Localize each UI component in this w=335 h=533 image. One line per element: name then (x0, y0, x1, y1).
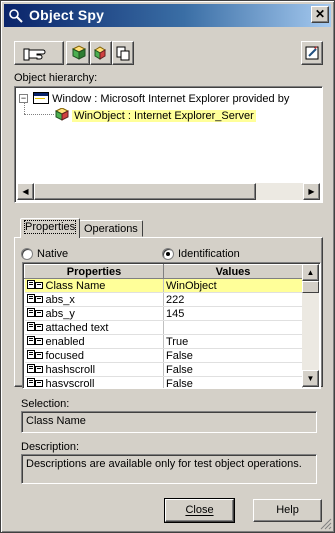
object-hierarchy-label: Object hierarchy: (14, 72, 98, 84)
property-icon (26, 294, 43, 303)
scroll-down-arrow-icon[interactable]: ▼ (302, 370, 319, 387)
copy-icon (116, 46, 130, 61)
property-value[interactable]: True (163, 334, 303, 349)
tab-properties-label: Properties (23, 220, 77, 234)
add-object-button[interactable] (66, 41, 90, 65)
property-name: Class Name (45, 280, 106, 292)
highlight-button[interactable] (301, 41, 323, 65)
table-row[interactable]: abs_y 145 (24, 306, 303, 321)
property-name: abs_y (45, 308, 75, 320)
table-row[interactable]: hashscroll False (24, 362, 303, 377)
pointing-hand-button[interactable] (14, 41, 64, 65)
add-repository-button[interactable] (90, 41, 112, 65)
property-name-cell[interactable]: abs_y (24, 306, 164, 321)
table-row[interactable]: hasvscroll False (24, 376, 303, 389)
properties-table: Properties Values Class Name WinObject abs… (24, 264, 303, 389)
property-name: hashscroll (45, 364, 96, 376)
scroll-up-arrow-icon[interactable]: ▲ (302, 264, 319, 281)
property-icon (26, 350, 43, 359)
property-icon (26, 280, 43, 289)
close-window-button[interactable]: ✕ (311, 6, 329, 23)
property-name-cell[interactable]: enabled (24, 334, 164, 349)
table-row[interactable]: Class Name WinObject (24, 278, 303, 293)
title-bar[interactable]: Object Spy ✕ (4, 4, 331, 27)
highlight-icon (305, 46, 319, 60)
table-row[interactable]: attached text (24, 320, 303, 335)
property-icon (26, 378, 43, 387)
property-name-cell[interactable]: hasvscroll (24, 376, 164, 389)
table-row[interactable]: abs_x 222 (24, 292, 303, 307)
tree-node-window[interactable]: − Window : Microsoft Internet Explorer p… (19, 92, 289, 105)
property-name-cell[interactable]: attached text (24, 320, 164, 335)
property-icon (26, 364, 43, 373)
scroll-left-arrow-icon[interactable]: ◀ (17, 183, 34, 200)
property-value[interactable]: False (163, 376, 303, 388)
property-name-cell[interactable]: Class Name (24, 278, 164, 293)
column-header-values[interactable]: Values (163, 264, 303, 279)
properties-grid[interactable]: Properties Values Class Name WinObject abs… (22, 262, 321, 389)
scroll-right-arrow-icon[interactable]: ▶ (303, 183, 320, 200)
object-hierarchy-tree[interactable]: − Window : Microsoft Internet Explorer p… (14, 86, 323, 203)
property-value[interactable]: False (163, 348, 303, 363)
scroll-thumb[interactable] (302, 281, 319, 293)
repository-icon (94, 46, 106, 60)
description-label: Description: (21, 441, 80, 453)
add-object-icon (71, 45, 87, 60)
property-name: attached text (45, 322, 109, 334)
pointing-hand-icon (23, 48, 46, 61)
property-name-cell[interactable]: hashscroll (24, 362, 164, 377)
tree-node-winobject-label: WinObject : Internet Explorer_Server (72, 110, 256, 122)
tree-line (24, 114, 54, 115)
property-value[interactable]: WinObject (163, 278, 303, 293)
tree-node-winobject[interactable]: WinObject : Internet Explorer_Server (54, 107, 256, 122)
spy-icon (9, 9, 23, 23)
window-icon (33, 92, 50, 104)
table-row[interactable]: focused False (24, 348, 303, 363)
description-field[interactable]: Descriptions are available only for test… (21, 454, 317, 484)
identification-radio[interactable] (162, 248, 174, 260)
tree-node-window-label: Window : Microsoft Internet Explorer pro… (52, 93, 290, 105)
close-button-label: Close (185, 504, 214, 516)
column-header-properties[interactable]: Properties (24, 264, 164, 279)
selection-label: Selection: (21, 398, 70, 410)
identification-radio-label[interactable]: Identification (178, 248, 240, 260)
native-radio[interactable] (21, 248, 33, 260)
object-spy-window: Object Spy ✕ Object hierarchy: − Window … (0, 0, 335, 533)
resize-grip-icon[interactable] (320, 518, 332, 530)
selection-field[interactable]: Class Name (21, 411, 317, 433)
property-value[interactable]: 145 (163, 306, 303, 321)
tab-operations[interactable]: Operations (79, 220, 143, 237)
object-icon (54, 107, 70, 121)
property-value[interactable]: 222 (163, 292, 303, 307)
property-name: abs_x (45, 294, 75, 306)
property-name-cell[interactable]: focused (24, 348, 164, 363)
property-name: hasvscroll (45, 378, 95, 389)
hierarchy-horizontal-scrollbar[interactable]: ◀ ▶ (17, 183, 320, 200)
window-title: Object Spy (29, 7, 105, 23)
native-radio-label[interactable]: Native (37, 248, 68, 260)
property-value[interactable]: False (163, 362, 303, 377)
scroll-thumb[interactable] (34, 183, 256, 200)
property-value[interactable] (163, 320, 303, 335)
properties-vertical-scrollbar[interactable]: ▲ ▼ (302, 264, 319, 387)
tree-line (24, 102, 25, 114)
property-name: enabled (45, 336, 85, 348)
tab-properties[interactable]: Properties (20, 218, 81, 238)
help-button-label: Help (276, 504, 299, 516)
property-icon (26, 322, 43, 331)
close-button[interactable]: Close (164, 498, 235, 523)
table-row[interactable]: enabled True (24, 334, 303, 349)
property-name-cell[interactable]: abs_x (24, 292, 164, 307)
help-button[interactable]: Help (253, 499, 322, 522)
property-name: focused (45, 350, 85, 362)
copy-button[interactable] (112, 41, 134, 65)
property-icon (26, 336, 43, 345)
tab-operations-label: Operations (84, 223, 138, 235)
property-icon (26, 308, 43, 317)
